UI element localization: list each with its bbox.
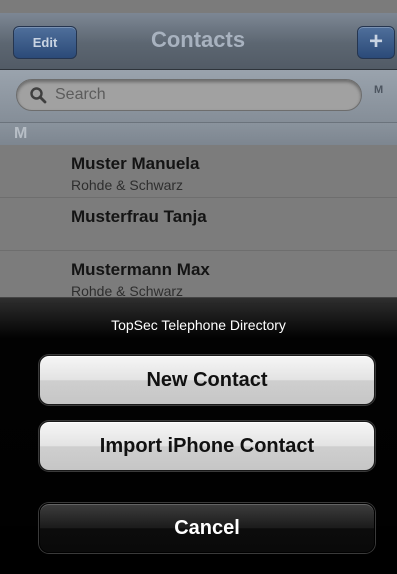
- new-contact-button[interactable]: New Contact: [39, 355, 375, 405]
- search-icon: [30, 87, 47, 104]
- contact-company: Rohde & Schwarz: [71, 177, 184, 193]
- action-sheet: TopSec Telephone Directory New Contact I…: [0, 297, 397, 574]
- search-placeholder: Search: [55, 86, 106, 103]
- cancel-button[interactable]: Cancel: [39, 503, 375, 553]
- section-index-letter[interactable]: M: [374, 84, 383, 96]
- search-input[interactable]: Search: [16, 79, 362, 111]
- contact-name: Musterfrau Tanja: [71, 207, 207, 226]
- search-bar: Search M: [0, 70, 397, 123]
- contact-row[interactable]: Musterfrau Tanja: [0, 198, 397, 251]
- section-header-letter: M: [14, 125, 28, 142]
- action-sheet-title: TopSec Telephone Directory: [111, 317, 286, 333]
- contact-name: Muster Manuela: [71, 154, 200, 173]
- contact-list: Muster Manuela Rohde & Schwarz Musterfra…: [0, 145, 397, 304]
- edit-button[interactable]: Edit: [13, 26, 77, 59]
- navigation-bar: Edit Contacts +: [0, 13, 397, 70]
- import-iphone-contact-button[interactable]: Import iPhone Contact: [39, 421, 375, 471]
- contact-row[interactable]: Muster Manuela Rohde & Schwarz: [0, 145, 397, 198]
- add-contact-button[interactable]: +: [357, 26, 395, 59]
- contacts-screen: Edit Contacts + Search M M Muster Manuel…: [0, 0, 397, 574]
- contact-name: Mustermann Max: [71, 260, 210, 279]
- section-header: M: [0, 123, 397, 145]
- page-title: Contacts: [150, 27, 246, 52]
